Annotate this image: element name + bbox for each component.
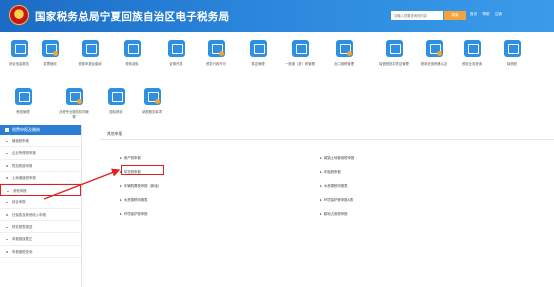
declaration-link[interactable]: 车船税申报 xyxy=(320,169,341,174)
certificate-icon xyxy=(167,40,185,57)
sidebar-item[interactable]: 企业所得税申报 xyxy=(0,147,81,160)
sidebar-item[interactable]: 申报缴税查询 xyxy=(0,246,81,258)
service-tile[interactable]: 稽查管理 xyxy=(7,88,39,115)
service-tile[interactable]: 核定管理 xyxy=(242,40,274,67)
sidebar-item-other-declaration[interactable]: 其他申报 xyxy=(0,184,81,197)
service-tile[interactable]: 涉税专业服务机构管理 xyxy=(58,88,90,119)
sidebar-item[interactable]: 土地增值税申报 xyxy=(0,172,81,185)
declaration-link[interactable]: 城镇土地使用税申报 xyxy=(320,155,355,160)
home-link[interactable]: 首页 xyxy=(470,12,477,16)
tax-emblem-icon xyxy=(9,5,29,25)
service-tile[interactable]: 增值税抵扣凭证管理 xyxy=(378,40,410,67)
tax-reduction-icon xyxy=(123,40,141,57)
declaration-link[interactable]: 水资源税申报表 xyxy=(120,197,148,202)
main-panel: 其他申报 房产税申报 印花税申报 车辆购置税申报（新版） 水资源税申报表 环境保… xyxy=(100,125,554,287)
qualification-icon xyxy=(425,40,443,57)
sidebar-item[interactable]: 增值税申报 xyxy=(0,135,81,148)
highlight-box xyxy=(121,165,164,175)
site-title: 国家税务总局宁夏回族自治区电子税务局 xyxy=(35,11,230,23)
service-tile[interactable]: 税务行政许可 xyxy=(200,40,232,67)
sidebar-item[interactable]: 综合申报 xyxy=(0,196,81,209)
declaration-link[interactable]: 环境保护税申报 xyxy=(120,211,148,216)
panel-title: 其他申报 xyxy=(107,131,123,136)
service-tile[interactable]: 税费申报及缴纳 xyxy=(74,40,106,67)
top-links: 首页 帮助 注销 xyxy=(470,12,506,17)
declaration-link[interactable]: 耕地占用税申报 xyxy=(320,211,348,216)
menu-icon xyxy=(5,128,9,132)
export-refund-icon xyxy=(335,40,353,57)
voucher-icon xyxy=(385,40,403,57)
handshake-icon xyxy=(143,88,161,105)
declaration-link[interactable]: 车辆购置税申报（新版） xyxy=(120,183,161,188)
service-tile[interactable]: 国际税收 xyxy=(100,88,132,115)
declaration-link[interactable]: 环境保护税申报A表 xyxy=(320,197,353,202)
approval-icon xyxy=(249,40,267,57)
info-report-icon xyxy=(10,40,28,57)
service-tile[interactable]: 发票使用 xyxy=(34,40,66,67)
sidebar-header: 税费申报及缴纳 xyxy=(0,125,81,135)
divider xyxy=(100,139,554,140)
sidebar-item[interactable]: 财务报表报送 xyxy=(0,221,81,234)
help-link[interactable]: 帮助 xyxy=(482,12,489,16)
license-icon xyxy=(207,40,225,57)
header-bar: 国家税务总局宁夏回族自治区电子税务局 搜索 首页 帮助 注销 xyxy=(0,0,554,32)
service-tile[interactable]: 证明开具 xyxy=(160,40,192,67)
sidebar: 税费申报及缴纳 增值税申报 企业所得税申报 附加税费申报 土地增值税申报 其他申… xyxy=(0,125,82,287)
logout-link[interactable]: 注销 xyxy=(495,12,502,16)
invoice-icon xyxy=(41,40,59,57)
sidebar-item[interactable]: 附加税费申报 xyxy=(0,160,81,172)
agency-icon xyxy=(65,88,83,105)
sidebar-item[interactable]: 申报错误更正 xyxy=(0,233,81,246)
service-tile[interactable]: 纳税服务事项 xyxy=(136,88,168,115)
tax-declare-icon xyxy=(81,40,99,57)
service-tile[interactable]: 一般退（抵）税管理 xyxy=(284,40,316,67)
consult-icon xyxy=(463,40,481,57)
service-tile[interactable]: 出口退税管理 xyxy=(328,40,360,67)
service-tile[interactable]: 增值税 xyxy=(496,40,528,67)
search-input[interactable] xyxy=(391,11,443,20)
service-tile[interactable]: 税收优惠资格认定 xyxy=(418,40,450,67)
declaration-link[interactable]: 房产税申报 xyxy=(120,155,141,160)
sidebar-item[interactable]: 社保费及其他收入申报 xyxy=(0,209,81,222)
service-tile[interactable]: 税收减免 xyxy=(116,40,148,67)
refund-icon xyxy=(291,40,309,57)
vat-icon xyxy=(503,40,521,57)
audit-icon xyxy=(14,88,32,105)
search-button[interactable]: 搜索 xyxy=(444,11,466,20)
declaration-link[interactable]: 水资源税申报表 xyxy=(320,183,348,188)
service-tile[interactable]: 税收业务咨询 xyxy=(456,40,488,67)
service-tile[interactable]: 综合信息报告 xyxy=(3,40,35,67)
international-icon xyxy=(107,88,125,105)
